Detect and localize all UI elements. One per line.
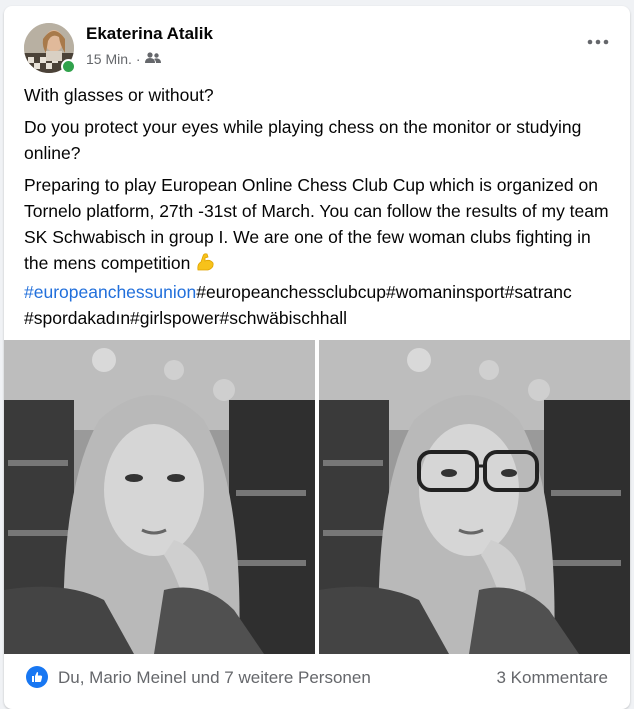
post-paragraph-2: Do you protect your eyes while playing c… [24, 117, 582, 163]
post-header: Ekaterina Atalik 15 Min. · [4, 6, 630, 78]
post-meta: 15 Min. · [86, 51, 161, 67]
more-options-button[interactable] [580, 30, 616, 54]
like-icon[interactable] [26, 666, 48, 688]
hashtags-rest: #europeanchessclubcup#womaninsport#satra… [196, 282, 572, 302]
comments-count[interactable]: 3 Kommentare [497, 668, 609, 688]
post-paragraph-3: Preparing to play European Online Chess … [24, 172, 614, 279]
reactions-summary[interactable]: Du, Mario Meinel und 7 weitere Personen [58, 668, 371, 688]
post-footer: Du, Mario Meinel und 7 weitere Personen … [4, 654, 630, 709]
post-time[interactable]: 15 Min. [86, 51, 132, 67]
photo-grid [4, 340, 630, 654]
hashtags-line-1: #europeanchessunion#europeanchessclubcup… [24, 279, 614, 305]
online-status-dot [61, 59, 76, 74]
hashtags-line-2: #spordakadın#girlspower#schwäbischhall [24, 308, 347, 328]
author-name[interactable]: Ekaterina Atalik [86, 24, 213, 44]
flexed-biceps-icon [195, 252, 215, 279]
photo-with-glasses[interactable] [319, 340, 630, 654]
post-card: Ekaterina Atalik 15 Min. · With glasses [4, 6, 630, 709]
photo-without-glasses[interactable] [4, 340, 315, 654]
post-paragraph-1: With glasses or without? [24, 85, 214, 105]
more-horizontal-icon [587, 39, 609, 45]
meta-separator: · [135, 51, 141, 67]
hashtag-link[interactable]: #europeanchessunion [24, 282, 196, 302]
post-text: With glasses or without? Do you protect … [24, 82, 614, 331]
post-paragraph-3-text: Preparing to play European Online Chess … [24, 175, 609, 273]
friends-icon [144, 51, 161, 67]
